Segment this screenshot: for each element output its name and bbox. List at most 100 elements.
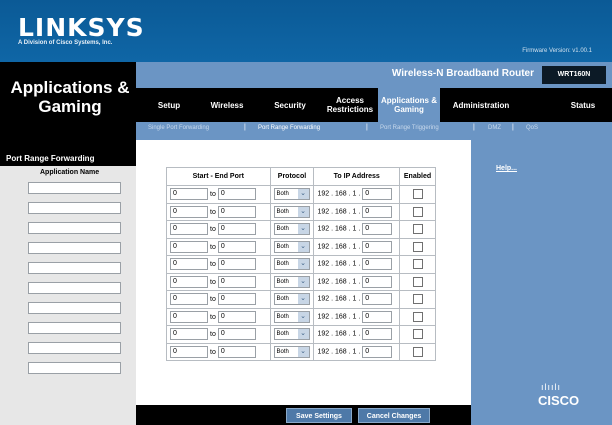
ip-last-octet-input[interactable]: 0 [362, 345, 393, 358]
enabled-cell [399, 272, 436, 291]
application-name-input[interactable] [28, 322, 121, 334]
application-name-input[interactable] [28, 282, 121, 294]
enabled-checkbox[interactable] [412, 259, 423, 270]
application-name-input[interactable] [28, 302, 121, 314]
start-port-input[interactable]: 0 [170, 275, 208, 288]
protocol-select[interactable]: Both ⌄ [273, 345, 310, 358]
start-port-input[interactable]: 0 [170, 240, 208, 253]
enabled-checkbox[interactable] [412, 224, 423, 235]
tab-security[interactable]: Security [262, 88, 318, 122]
enabled-checkbox[interactable] [412, 311, 423, 322]
start-port-input[interactable]: 0 [170, 258, 208, 271]
protocol-select[interactable]: Both ⌄ [273, 205, 310, 218]
protocol-select[interactable]: Both ⌄ [273, 310, 310, 323]
enabled-checkbox[interactable] [412, 241, 423, 252]
application-name-input[interactable] [28, 202, 121, 214]
protocol-value: Both [276, 313, 289, 320]
ip-cell: 192 . 168 . 1 . 0 [313, 290, 401, 309]
end-port-input[interactable]: 0 [217, 223, 256, 236]
ports-cell: 0 to 0 [166, 342, 271, 361]
ip-last-octet-input[interactable]: 0 [362, 205, 393, 218]
protocol-cell: Both ⌄ [269, 255, 315, 274]
model-number: WRT160N [542, 66, 606, 84]
end-port-input[interactable]: 0 [217, 275, 256, 288]
tab-wireless[interactable]: Wireless [198, 88, 256, 122]
subtab-dmz[interactable]: DMZ [488, 125, 501, 131]
tab-setup[interactable]: Setup [144, 88, 194, 122]
start-port-input[interactable]: 0 [170, 345, 208, 358]
end-port-input[interactable]: 0 [217, 293, 256, 306]
enabled-checkbox[interactable] [412, 189, 423, 200]
protocol-value: Both [276, 226, 289, 233]
protocol-select[interactable]: Both ⌄ [273, 240, 310, 253]
ip-last-octet-input[interactable]: 0 [362, 275, 393, 288]
ip-last-octet-input[interactable]: 0 [362, 328, 393, 341]
tab-applications-gaming[interactable]: Applications & Gaming [378, 88, 440, 122]
start-port-input[interactable]: 0 [170, 205, 208, 218]
end-port-input[interactable]: 0 [217, 188, 256, 201]
ip-cell: 192 . 168 . 1 . 0 [313, 237, 401, 256]
start-port-input[interactable]: 0 [170, 328, 208, 341]
table-row: 0 to 0 Both ⌄ 192 . 168 . 1 . 0 [166, 185, 436, 204]
start-port-input[interactable]: 0 [170, 223, 208, 236]
tab-access-restrictions[interactable]: Access Restrictions [322, 88, 378, 122]
application-name-input[interactable] [28, 362, 121, 374]
end-port-input[interactable]: 0 [217, 240, 256, 253]
end-port-input[interactable]: 0 [217, 205, 256, 218]
application-name-input[interactable] [28, 182, 121, 194]
protocol-select[interactable]: Both ⌄ [273, 275, 310, 288]
ip-last-octet-input[interactable]: 0 [362, 223, 393, 236]
cancel-changes-button[interactable]: Cancel Changes [358, 408, 430, 423]
protocol-select[interactable]: Both ⌄ [273, 328, 310, 341]
enabled-checkbox[interactable] [412, 346, 423, 357]
chevron-down-icon: ⌄ [297, 329, 309, 340]
ip-last-octet-input[interactable]: 0 [362, 310, 393, 323]
start-port-input[interactable]: 0 [170, 293, 208, 306]
subtab-single-port-forwarding[interactable]: Single Port Forwarding [148, 125, 209, 131]
protocol-select[interactable]: Both ⌄ [273, 258, 310, 271]
start-port-input[interactable]: 0 [170, 188, 208, 201]
subtab-qos[interactable]: QoS [526, 125, 538, 131]
ip-cell: 192 . 168 . 1 . 0 [313, 220, 401, 239]
ports-cell: 0 to 0 [166, 290, 271, 309]
table-header-row: Start - End Port Protocol To IP Address … [166, 167, 436, 186]
to-label: to [210, 348, 216, 356]
ip-last-octet-input[interactable]: 0 [362, 258, 393, 271]
enabled-checkbox[interactable] [412, 329, 423, 340]
application-name-input[interactable] [28, 262, 121, 274]
table-body: 0 to 0 Both ⌄ 192 . 168 . 1 . 0 0 to 0 Both ⌄ 192 .… [166, 185, 436, 361]
ip-prefix: 192 . 168 . 1 . [317, 313, 361, 321]
protocol-select[interactable]: Both ⌄ [273, 223, 310, 236]
tab-status[interactable]: Status [558, 88, 608, 122]
application-name-input[interactable] [28, 242, 121, 254]
tab-administration[interactable]: Administration [442, 88, 520, 122]
start-port-input[interactable]: 0 [170, 310, 208, 323]
enabled-checkbox[interactable] [412, 206, 423, 217]
end-port-input[interactable]: 0 [217, 328, 256, 341]
enabled-checkbox[interactable] [412, 294, 423, 305]
application-name-input[interactable] [28, 222, 121, 234]
protocol-value: Both [276, 208, 289, 215]
subtab-port-range-forwarding[interactable]: Port Range Forwarding [258, 125, 320, 131]
linksys-logo: LINKSYS [18, 13, 145, 42]
protocol-select[interactable]: Both ⌄ [273, 188, 310, 201]
ip-last-octet-input[interactable]: 0 [362, 240, 393, 253]
enabled-cell [399, 290, 436, 309]
subtab-port-range-triggering[interactable]: Port Range Triggering [380, 125, 439, 131]
protocol-cell: Both ⌄ [269, 220, 315, 239]
ports-cell: 0 to 0 [166, 237, 271, 256]
table-row: 0 to 0 Both ⌄ 192 . 168 . 1 . 0 [166, 237, 436, 256]
protocol-cell: Both ⌄ [269, 202, 315, 221]
ip-last-octet-input[interactable]: 0 [362, 293, 393, 306]
ip-last-octet-input[interactable]: 0 [362, 188, 393, 201]
enabled-cell [399, 325, 436, 344]
protocol-select[interactable]: Both ⌄ [273, 293, 310, 306]
end-port-input[interactable]: 0 [217, 310, 256, 323]
help-link[interactable]: Help... [496, 165, 517, 172]
end-port-input[interactable]: 0 [217, 345, 256, 358]
save-settings-button[interactable]: Save Settings [286, 408, 352, 423]
table-row: 0 to 0 Both ⌄ 192 . 168 . 1 . 0 [166, 325, 436, 344]
application-name-input[interactable] [28, 342, 121, 354]
enabled-checkbox[interactable] [412, 276, 423, 287]
end-port-input[interactable]: 0 [217, 258, 256, 271]
